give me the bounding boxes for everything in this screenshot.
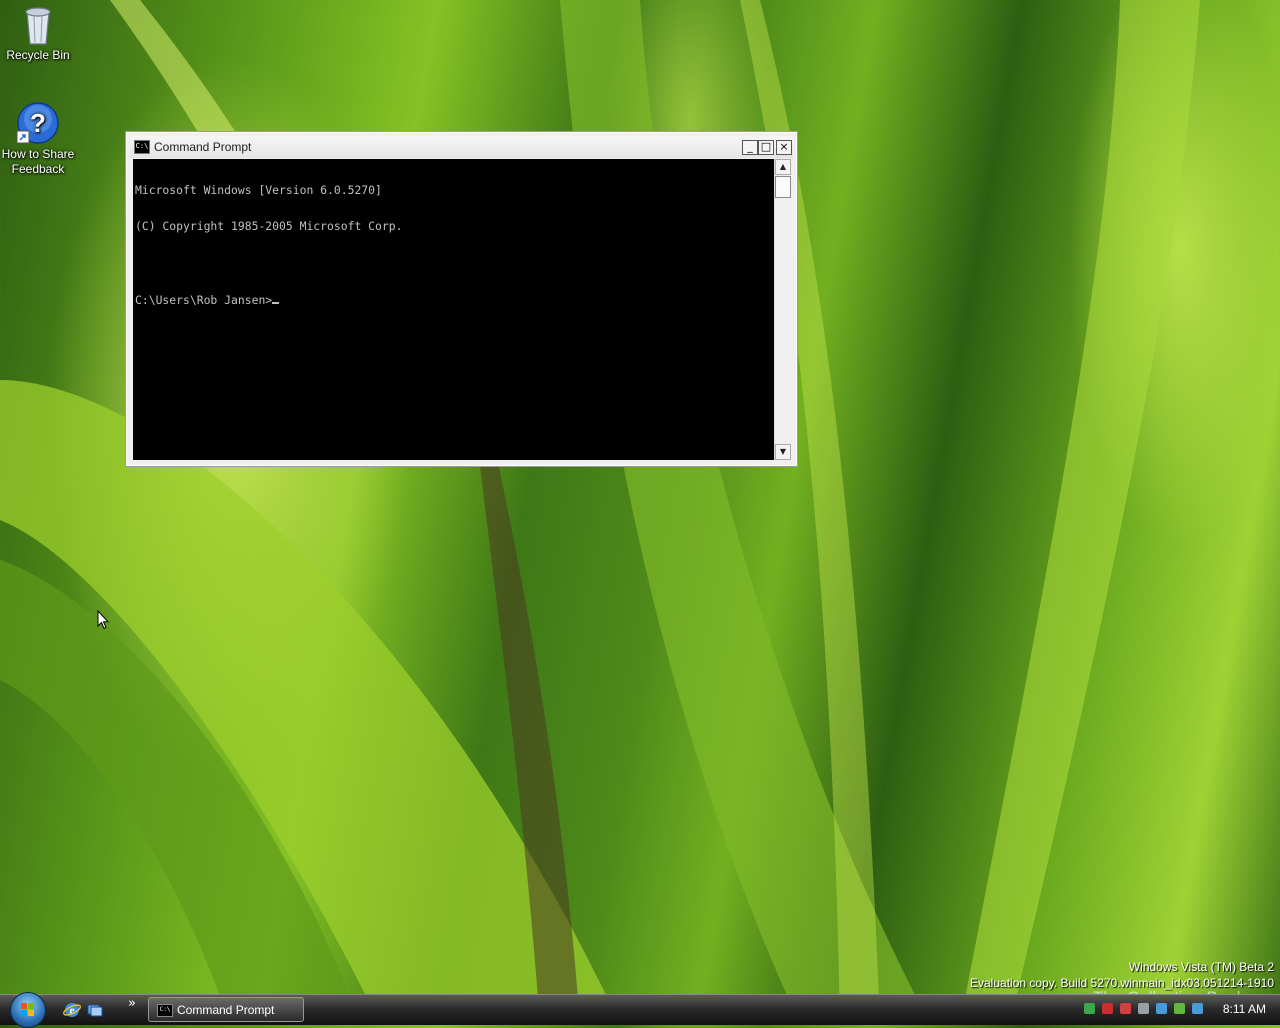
- maximize-button[interactable]: □: [758, 140, 774, 155]
- tray-notification-icon[interactable]: [1084, 1003, 1095, 1014]
- windows-logo-icon: [21, 1003, 34, 1016]
- internet-explorer-icon[interactable]: e: [63, 1001, 81, 1019]
- clock[interactable]: 8:11 AM: [1223, 1002, 1266, 1016]
- console-line: (C) Copyright 1985-2005 Microsoft Corp.: [135, 219, 403, 233]
- cmd-system-icon[interactable]: C:\: [134, 140, 150, 154]
- tray-notification-icon[interactable]: [1120, 1003, 1131, 1014]
- taskbar-button-label: Command Prompt: [177, 1003, 275, 1017]
- vertical-scrollbar[interactable]: ▲ ▼: [774, 159, 791, 460]
- taskbar: e » C:\ Command Prompt 8:11 AM: [0, 992, 1280, 1028]
- help-question-icon: ?: [16, 101, 60, 145]
- quick-launch-overflow-chevron[interactable]: »: [128, 996, 136, 1011]
- cmd-taskbar-icon: C:\: [157, 1004, 173, 1017]
- share-feedback-desktop-icon[interactable]: ? How to Share Feedback: [0, 101, 76, 177]
- tray-notification-icon[interactable]: [1174, 1003, 1185, 1014]
- window-title: Command Prompt: [154, 140, 252, 154]
- recycle-bin-icon: [16, 2, 60, 46]
- watermark-line-1: Windows Vista (TM) Beta 2: [1128, 960, 1274, 974]
- tray-notification-icon[interactable]: [1138, 1003, 1149, 1014]
- recycle-bin-label: Recycle Bin: [6, 48, 70, 62]
- console-line: Microsoft Windows [Version 6.0.5270]: [135, 183, 382, 197]
- console-prompt: C:\Users\Rob Jansen>: [135, 293, 273, 307]
- close-button[interactable]: ×: [776, 140, 792, 155]
- tray-notification-icon[interactable]: [1156, 1003, 1167, 1014]
- minimize-button[interactable]: _: [742, 140, 758, 155]
- console-output[interactable]: Microsoft Windows [Version 6.0.5270] (C)…: [133, 159, 774, 460]
- start-button[interactable]: [10, 992, 46, 1028]
- command-prompt-window[interactable]: C:\ Command Prompt _ □ × Microsoft Windo…: [125, 131, 798, 467]
- tray-notification-icon[interactable]: [1192, 1003, 1203, 1014]
- taskbar-button-command-prompt[interactable]: C:\ Command Prompt: [148, 997, 304, 1022]
- mouse-pointer-icon: [97, 610, 109, 630]
- recycle-bin-desktop-icon[interactable]: Recycle Bin: [0, 2, 76, 63]
- share-feedback-label: How to Share Feedback: [1, 147, 75, 176]
- text-cursor: [272, 292, 280, 304]
- tray-notification-icon[interactable]: [1102, 1003, 1113, 1014]
- scroll-thumb[interactable]: [775, 176, 791, 198]
- console-prompt-line[interactable]: C:\Users\Rob Jansen>: [135, 292, 772, 307]
- scroll-down-button[interactable]: ▼: [775, 444, 791, 460]
- build-watermark: Windows Vista (TM) Beta 2 Evaluation cop…: [970, 959, 1274, 991]
- switch-windows-icon[interactable]: [86, 1001, 104, 1019]
- svg-text:?: ?: [30, 108, 46, 138]
- window-titlebar[interactable]: C:\ Command Prompt _ □ ×: [130, 136, 793, 158]
- scroll-up-button[interactable]: ▲: [775, 159, 791, 175]
